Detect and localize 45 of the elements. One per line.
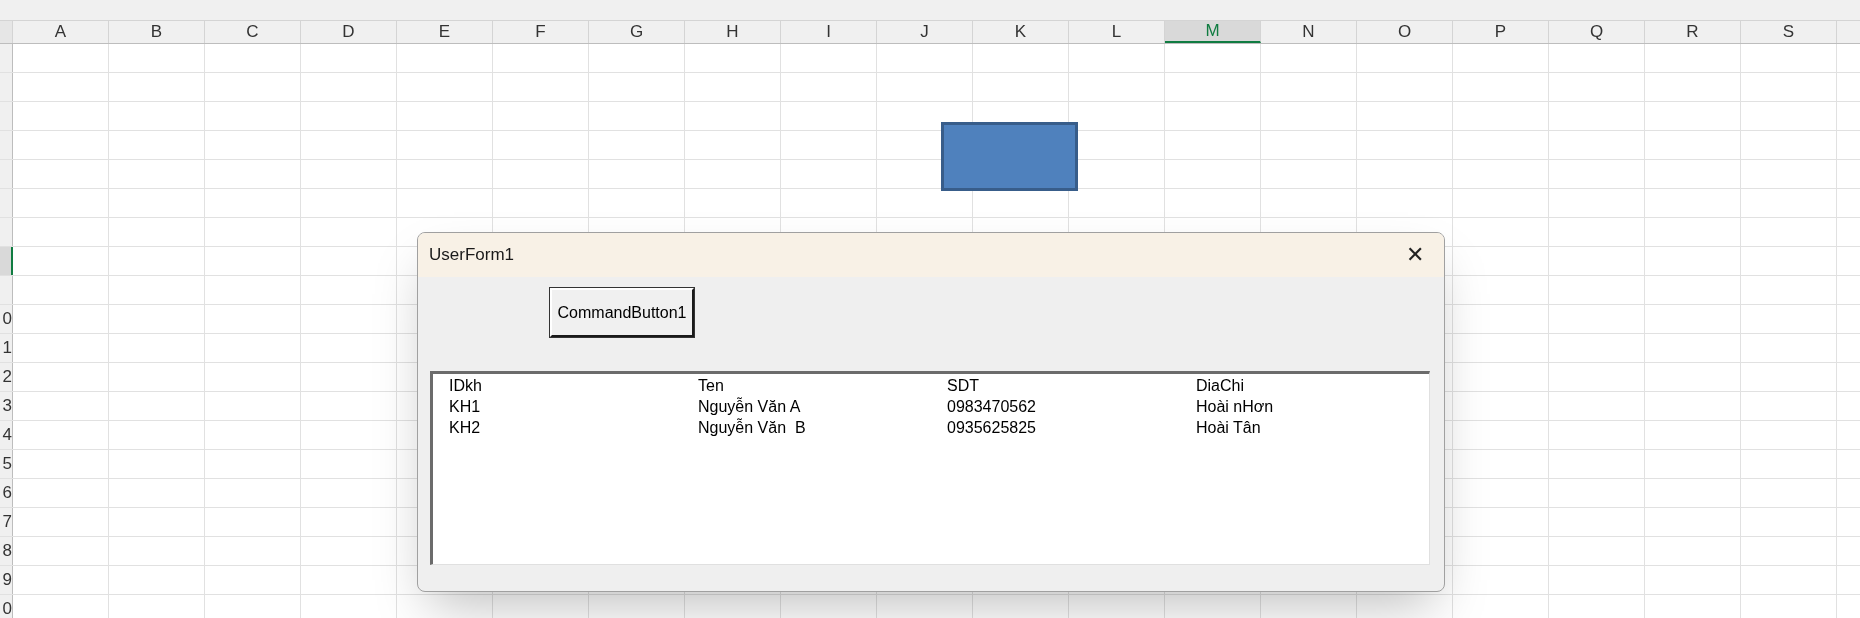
row-header[interactable]: 6 — [0, 479, 13, 507]
column-header[interactable]: Q — [1549, 21, 1645, 43]
column-header[interactable]: M — [1165, 21, 1261, 43]
column-header[interactable]: R — [1645, 21, 1741, 43]
column-header[interactable]: I — [781, 21, 877, 43]
column-header[interactable]: S — [1741, 21, 1837, 43]
row-header[interactable]: 8 — [0, 537, 13, 565]
column-header[interactable]: G — [589, 21, 685, 43]
command-button[interactable]: CommandButton1 — [550, 288, 694, 337]
list-cell-text: KH2 — [449, 417, 482, 438]
list-cell-text: 0935625825 — [947, 417, 1037, 438]
list-cell-text: IDkh — [449, 375, 483, 396]
list-cell-text: Hoài nHơn — [1196, 396, 1275, 417]
column-header[interactable]: D — [301, 21, 397, 43]
column-header[interactable]: F — [493, 21, 589, 43]
window-title: UserForm1 — [429, 244, 514, 267]
row-header[interactable]: 4 — [0, 421, 13, 449]
column-header[interactable]: E — [397, 21, 493, 43]
column-header[interactable]: J — [877, 21, 973, 43]
row-header[interactable]: 0 — [0, 595, 13, 618]
row-header[interactable]: 1 — [0, 334, 13, 362]
column-header[interactable]: N — [1261, 21, 1357, 43]
list-cell-text: 0983470562 — [947, 396, 1037, 417]
row-header[interactable]: 3 — [0, 392, 13, 420]
column-header[interactable]: A — [13, 21, 109, 43]
list-cell-text: DiaChi — [1196, 375, 1245, 396]
column-header[interactable]: K — [973, 21, 1069, 43]
column-header[interactable]: P — [1453, 21, 1549, 43]
list-cell-text: Hoài Tân — [1196, 417, 1262, 438]
list-box[interactable]: IDkh Ten SDT DiaChi KH1 Nguyễn Văn A 0983470562 Hoài nHơn KH2 Nguyễn Văn B 0935625825 Hoài Tân — [430, 371, 1430, 565]
row-header[interactable]: 2 — [0, 363, 13, 391]
list-cell-text: Ten — [698, 375, 725, 396]
list-cell-text: Nguyễn Văn B — [698, 417, 807, 438]
row-header[interactable]: 0 — [0, 305, 13, 333]
list-cell-text: SDT — [947, 375, 980, 396]
column-header[interactable]: O — [1357, 21, 1453, 43]
column-header[interactable]: B — [109, 21, 205, 43]
list-cell-text: Nguyễn Văn A — [698, 396, 802, 417]
column-header[interactable]: H — [685, 21, 781, 43]
row-header[interactable]: 9 — [0, 566, 13, 594]
close-button[interactable]: ✕ — [1400, 240, 1430, 270]
row-header[interactable]: 7 — [0, 508, 13, 536]
list-cell-text: KH1 — [449, 396, 482, 417]
column-header[interactable]: C — [205, 21, 301, 43]
row-header[interactable]: 5 — [0, 450, 13, 478]
